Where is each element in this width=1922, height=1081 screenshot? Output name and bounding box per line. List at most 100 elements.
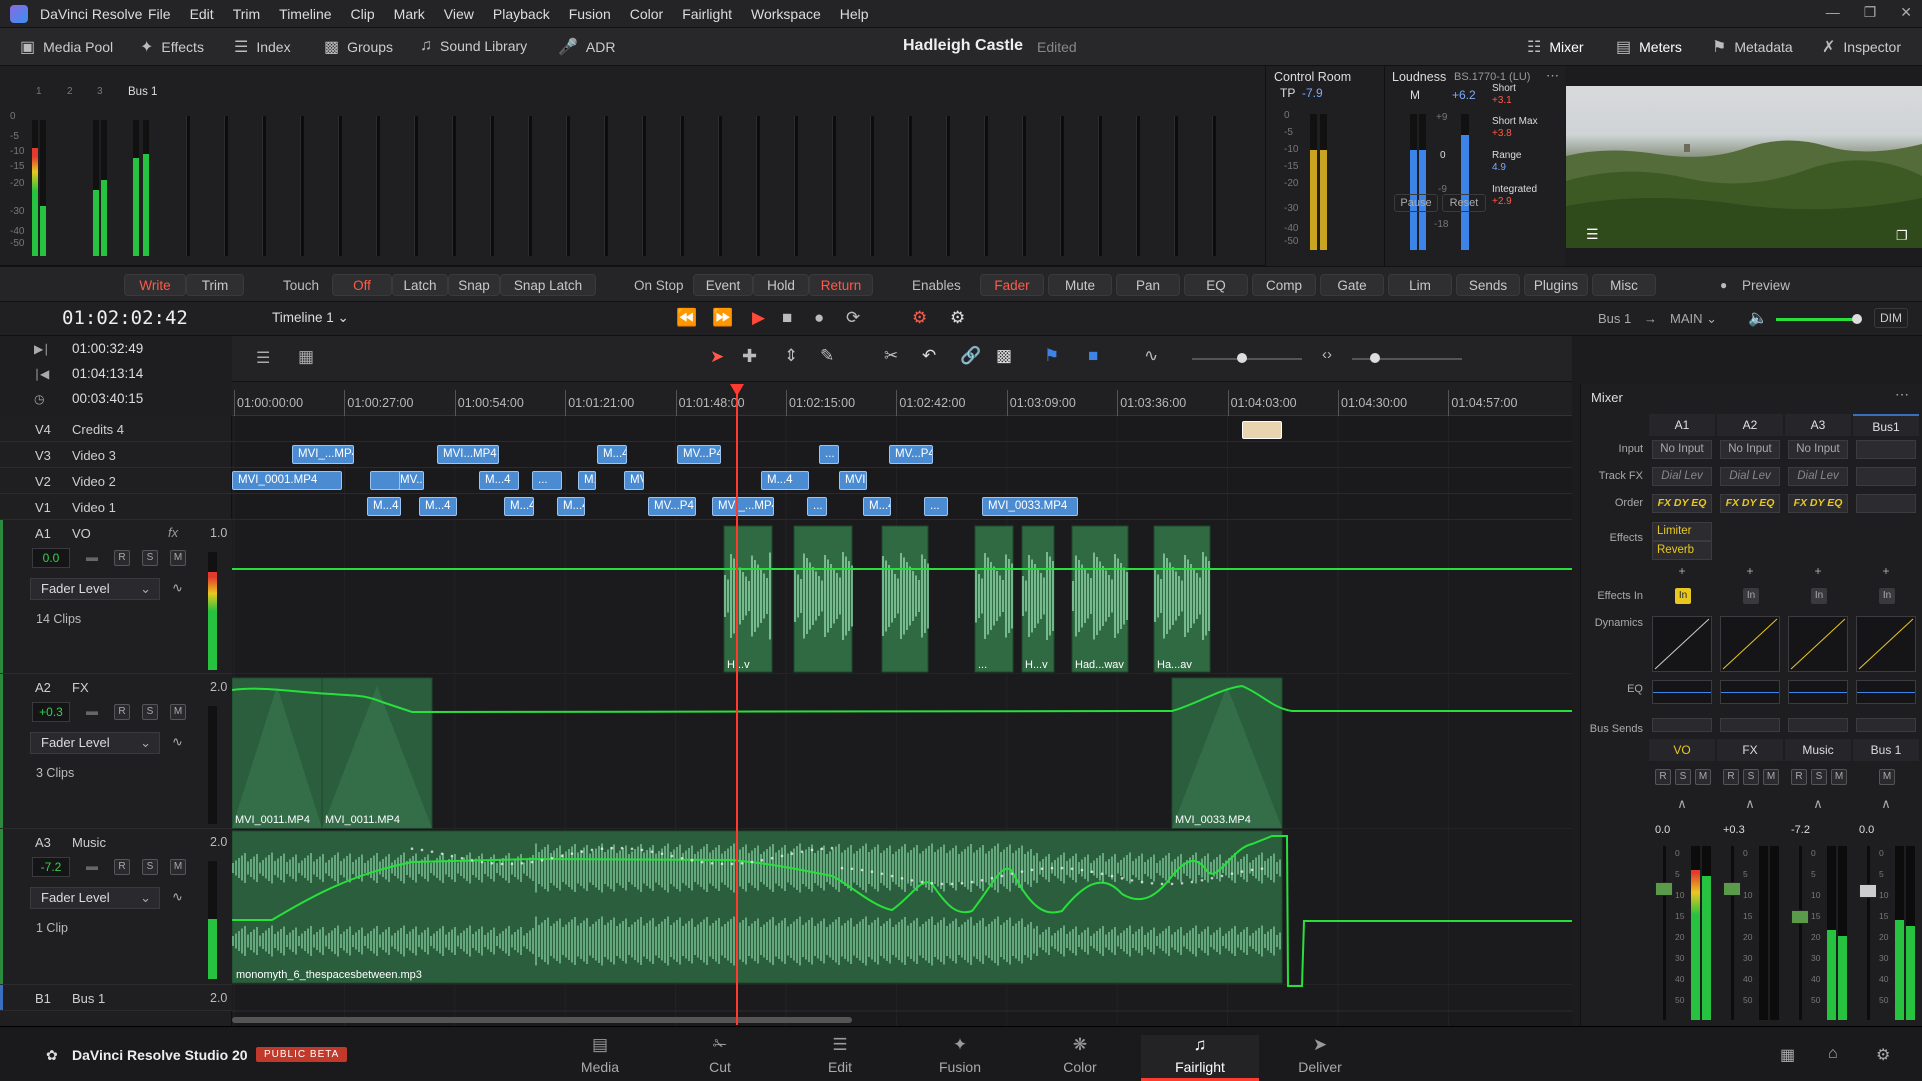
mixer-eq-graph[interactable] — [1856, 680, 1916, 704]
video-clip[interactable]: MVI...MP4 — [839, 471, 867, 490]
solo-button[interactable]: S — [142, 550, 158, 566]
video-clip[interactable]: M...4 — [557, 497, 585, 516]
audio-track-header[interactable]: B1 Bus 1 2.0 — [0, 985, 232, 1011]
video-clip[interactable]: ... — [819, 445, 839, 464]
play-icon[interactable]: ▶ — [752, 308, 765, 328]
mixer-bus-send-slot[interactable] — [1856, 718, 1916, 732]
page-cut[interactable]: ✁ Cut — [661, 1035, 779, 1081]
enable-plugins-button[interactable]: Plugins — [1524, 274, 1588, 296]
home-icon[interactable]: ⌂ — [1828, 1045, 1838, 1063]
mixer-bus-send-slot[interactable] — [1788, 718, 1848, 732]
video-clip[interactable]: MVI_0001.MP4 — [232, 471, 342, 490]
audio-clip[interactable]: Ha...av — [1153, 525, 1211, 673]
track-level-field[interactable]: +0.3 — [32, 702, 70, 722]
mixer-effects-in-button[interactable]: In — [1675, 588, 1691, 604]
menu-view[interactable]: View — [444, 6, 474, 22]
track-fx-button[interactable]: fx — [168, 525, 178, 540]
touch-latch-button[interactable]: Latch — [392, 274, 448, 296]
enable-fader-button[interactable]: Fader — [980, 274, 1044, 296]
mixer-fader-level[interactable]: -7.2 — [1791, 824, 1810, 836]
timeline-scrollbar[interactable] — [232, 1017, 852, 1023]
mixer-effect-slot[interactable]: Reverb — [1652, 541, 1712, 560]
auto-select-icon[interactable]: ▩ — [996, 346, 1012, 366]
solo-button[interactable]: S — [142, 704, 158, 720]
audio-clip[interactable]: Had...wav — [1071, 525, 1129, 673]
video-track-header[interactable]: V4 Credits 4 — [0, 416, 232, 442]
video-clip[interactable]: MVI...MP4 — [624, 471, 644, 490]
audio-clip[interactable]: monomyth_6_thespacesbetween.mp3 — [232, 830, 1283, 984]
preview-label[interactable]: Preview — [1742, 278, 1790, 293]
mixer-trackfx-field[interactable]: Dial Lev — [1652, 467, 1712, 486]
main-timecode[interactable]: 01:02:02:42 — [62, 307, 188, 329]
menu-trim[interactable]: Trim — [233, 6, 260, 22]
mixer-dynamics-graph[interactable] — [1652, 616, 1712, 672]
mixer-add-effect-button[interactable]: + — [1717, 564, 1783, 578]
mixer-pan-icon[interactable]: ∧ — [1853, 796, 1919, 812]
audio-track-header[interactable]: A3 Music 2.0 -7.2 ▬ R S M Fader Level ⌄ ∿ 1 Clip — [0, 829, 232, 985]
mixer-input-field[interactable]: No Input — [1788, 440, 1848, 459]
rewind-icon[interactable]: ⏪ — [676, 308, 697, 328]
loudness-pause-button[interactable]: Pause — [1394, 194, 1438, 212]
mixer-add-effect-button[interactable]: + — [1853, 564, 1919, 578]
bus-output-label[interactable]: Bus 1 — [1598, 311, 1631, 326]
lock-icon[interactable]: ▬ — [86, 550, 98, 564]
video-clip[interactable]: M...4 — [578, 471, 596, 490]
enable-pan-button[interactable]: Pan — [1116, 274, 1180, 296]
video-track-row[interactable]: MVI_0001.MP4M...4MV...P4M...4...M...4MVI… — [232, 468, 1572, 494]
page-edit[interactable]: ☰ Edit — [781, 1035, 899, 1081]
mixer-input-field[interactable]: No Input — [1720, 440, 1780, 459]
audio-clip[interactable]: H...v — [723, 525, 773, 673]
mixer-fader-level[interactable]: +0.3 — [1723, 824, 1745, 836]
video-track-header[interactable]: V3 Video 3 — [0, 442, 232, 468]
video-track-row[interactable]: MVI_...MP4 MVI...MP4 M...4 MV...P4... MV...P… — [232, 442, 1572, 468]
onstop-hold-button[interactable]: Hold — [753, 274, 809, 296]
video-clip[interactable]: M...4 — [504, 497, 534, 516]
mixer-fader-knob[interactable] — [1655, 882, 1673, 896]
mixer-input-field[interactable] — [1856, 440, 1916, 459]
touch-snap-button[interactable]: Snap — [448, 274, 500, 296]
horizontal-zoom-icon[interactable]: ‹› — [1322, 346, 1332, 363]
mute-button[interactable]: M — [170, 859, 186, 875]
video-clip[interactable]: ... — [532, 471, 562, 490]
page-media[interactable]: ▤ Media — [541, 1035, 659, 1081]
preview-dot-icon[interactable]: ● — [1720, 278, 1727, 292]
stop-icon[interactable]: ■ — [782, 308, 792, 328]
mixer-fader-knob[interactable] — [1791, 910, 1809, 924]
record-arm-button[interactable]: R — [1655, 769, 1671, 785]
track-level-field[interactable]: -7.2 — [32, 857, 70, 877]
enable-sends-button[interactable]: Sends — [1456, 274, 1520, 296]
video-clip-group[interactable] — [370, 471, 400, 490]
mixer-bus-send-slot[interactable] — [1720, 718, 1780, 732]
viewer-fullscreen-icon[interactable]: ❐ — [1896, 228, 1908, 244]
timeline-selector[interactable]: Timeline 1 ⌄ — [272, 310, 349, 326]
menu-workspace[interactable]: Workspace — [751, 6, 821, 22]
mixer-order-field[interactable]: FX DY EQ — [1652, 494, 1712, 513]
adr-button[interactable]: 🎤 ADR — [558, 37, 615, 57]
automation-curve-icon[interactable]: ∿ — [172, 889, 183, 905]
loop-icon[interactable]: ⟳ — [846, 308, 860, 328]
speaker-icon[interactable]: 🔈 — [1748, 308, 1768, 328]
mixer-effect-slot[interactable]: Limiter — [1652, 522, 1712, 541]
mixer-button[interactable]: ☷ Mixer — [1527, 37, 1584, 57]
duration-timecode[interactable]: 00:03:40:15 — [72, 391, 143, 406]
audio-clip[interactable] — [881, 525, 929, 673]
write-button[interactable]: Write — [124, 274, 186, 296]
automation-mode-dropdown[interactable]: Fader Level ⌄ — [30, 578, 160, 600]
audio-clip[interactable]: H...v — [1021, 525, 1055, 673]
credits-clip[interactable] — [1242, 421, 1282, 439]
record-arm-button[interactable]: R — [114, 859, 130, 875]
video-clip[interactable]: M...4 — [479, 471, 519, 490]
viewer-settings-icon[interactable]: ☰ — [1586, 226, 1599, 243]
media-pool-button[interactable]: ▣ Media Pool — [20, 37, 113, 57]
mixer-eq-graph[interactable] — [1788, 680, 1848, 704]
video-clip[interactable]: ... — [807, 497, 827, 516]
menu-file[interactable]: File — [148, 6, 171, 22]
timeline-tracks[interactable]: H...v... H...v Had...wav Ha...av MVI_0011.MP… — [232, 416, 1572, 1026]
mixer-eq-graph[interactable] — [1720, 680, 1780, 704]
audio-track-header[interactable]: A2 FX 2.0 +0.3 ▬ R S M Fader Level ⌄ ∿ 3 Clips — [0, 674, 232, 829]
record-arm-button[interactable]: R — [114, 550, 130, 566]
mixer-order-field[interactable]: FX DY EQ — [1788, 494, 1848, 513]
trim-button[interactable]: Trim — [186, 274, 244, 296]
video-clip[interactable]: ... — [924, 497, 948, 516]
video-clip[interactable]: M...4 — [597, 445, 627, 464]
